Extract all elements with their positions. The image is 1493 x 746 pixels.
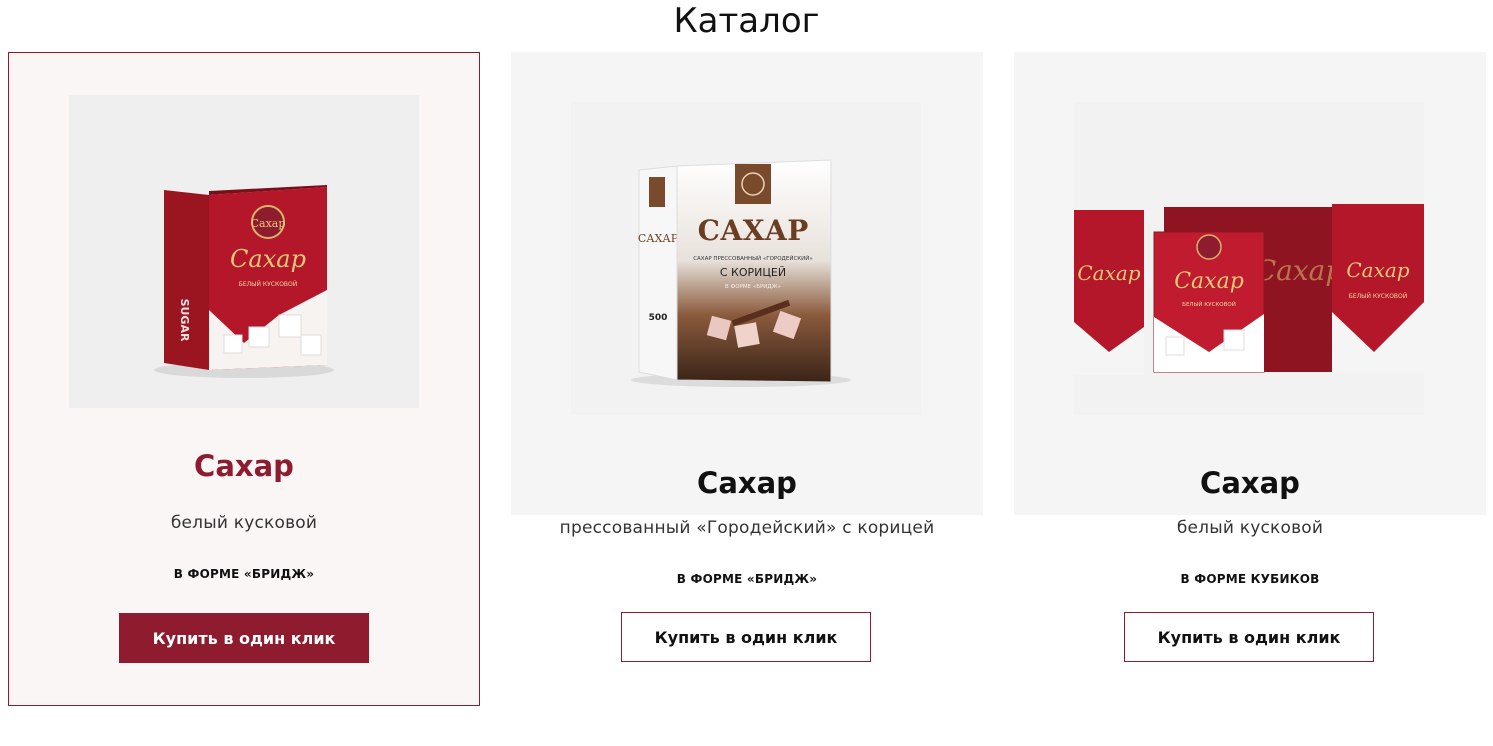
product-form-label: В ФОРМЕ «БРИДЖ» [676, 572, 818, 586]
pack-brand-back: Сахар [1255, 254, 1344, 287]
pack-brand-label: Сахар [230, 245, 306, 273]
pack-brand-left: Сахар [1077, 261, 1140, 285]
pack-side-label: САХАР [638, 232, 679, 245]
product-title[interactable]: Сахар [1014, 466, 1486, 500]
product-form-label: В ФОРМЕ КУБИКОВ [1180, 572, 1320, 586]
product-image[interactable]: Сахар Сахар Сахар БЕЛЫЙ КУСКОВОЙ Сахар Б… [1074, 102, 1424, 415]
pack-side-text: SUGAR [178, 299, 191, 342]
pack-caption-front: БЕЛЫЙ КУСКОВОЙ [1182, 301, 1236, 308]
product-media: Сахар Сахар БЕЛЫЙ КУСКОВОЙ SUGAR [9, 53, 479, 516]
pack-brand-right: Сахар [1346, 258, 1409, 282]
product-subtitle: белый кусковой [1176, 518, 1324, 538]
page-title: Каталог [673, 1, 820, 41]
product-subtitle: белый кусковой [170, 513, 318, 533]
pack-weight: 500 [649, 313, 668, 323]
buy-one-click-button[interactable]: Купить в один клик [621, 612, 871, 662]
product-card[interactable]: Сахар Сахар Сахар БЕЛЫЙ КУСКОВОЙ Сахар Б… [1014, 52, 1486, 706]
pack-caption-right: БЕЛЫЙ КУСКОВОЙ [1349, 293, 1408, 300]
pack-emblem-label: Сахар [251, 217, 286, 230]
product-title[interactable]: Сахар [511, 466, 983, 500]
buy-one-click-button[interactable]: Купить в один клик [1124, 612, 1374, 662]
pack-brand-label: САХАР [698, 214, 809, 247]
buy-one-click-button[interactable]: Купить в один клик [119, 613, 369, 663]
pack-line-3: В ФОРМЕ «БРИДЖ» [725, 284, 781, 290]
product-card[interactable]: САХАР 500 САХАР САХАР ПРЕССОВАННЫЙ «ГОРО… [511, 52, 983, 706]
product-title[interactable]: Сахар [9, 449, 479, 483]
pack-line-2: С КОРИЦЕЙ [720, 266, 786, 279]
pack-line-1: САХАР ПРЕССОВАННЫЙ «ГОРОДЕЙСКИЙ» [693, 255, 813, 262]
product-image[interactable]: САХАР 500 САХАР САХАР ПРЕССОВАННЫЙ «ГОРО… [571, 102, 921, 415]
pack-brand-front: Сахар [1174, 269, 1244, 294]
product-media: Сахар Сахар Сахар БЕЛЫЙ КУСКОВОЙ Сахар Б… [1014, 52, 1486, 515]
pack-caption: БЕЛЫЙ КУСКОВОЙ [239, 281, 298, 288]
product-media: САХАР 500 САХАР САХАР ПРЕССОВАННЫЙ «ГОРО… [511, 52, 983, 515]
product-subtitle: прессованный «Городейский» с корицей [559, 518, 935, 538]
product-form-label: В ФОРМЕ «БРИДЖ» [173, 567, 315, 581]
product-image[interactable]: Сахар Сахар БЕЛЫЙ КУСКОВОЙ SUGAR [69, 95, 419, 408]
product-card[interactable]: Сахар Сахар БЕЛЫЙ КУСКОВОЙ SUGAR Сахар б… [8, 52, 480, 706]
